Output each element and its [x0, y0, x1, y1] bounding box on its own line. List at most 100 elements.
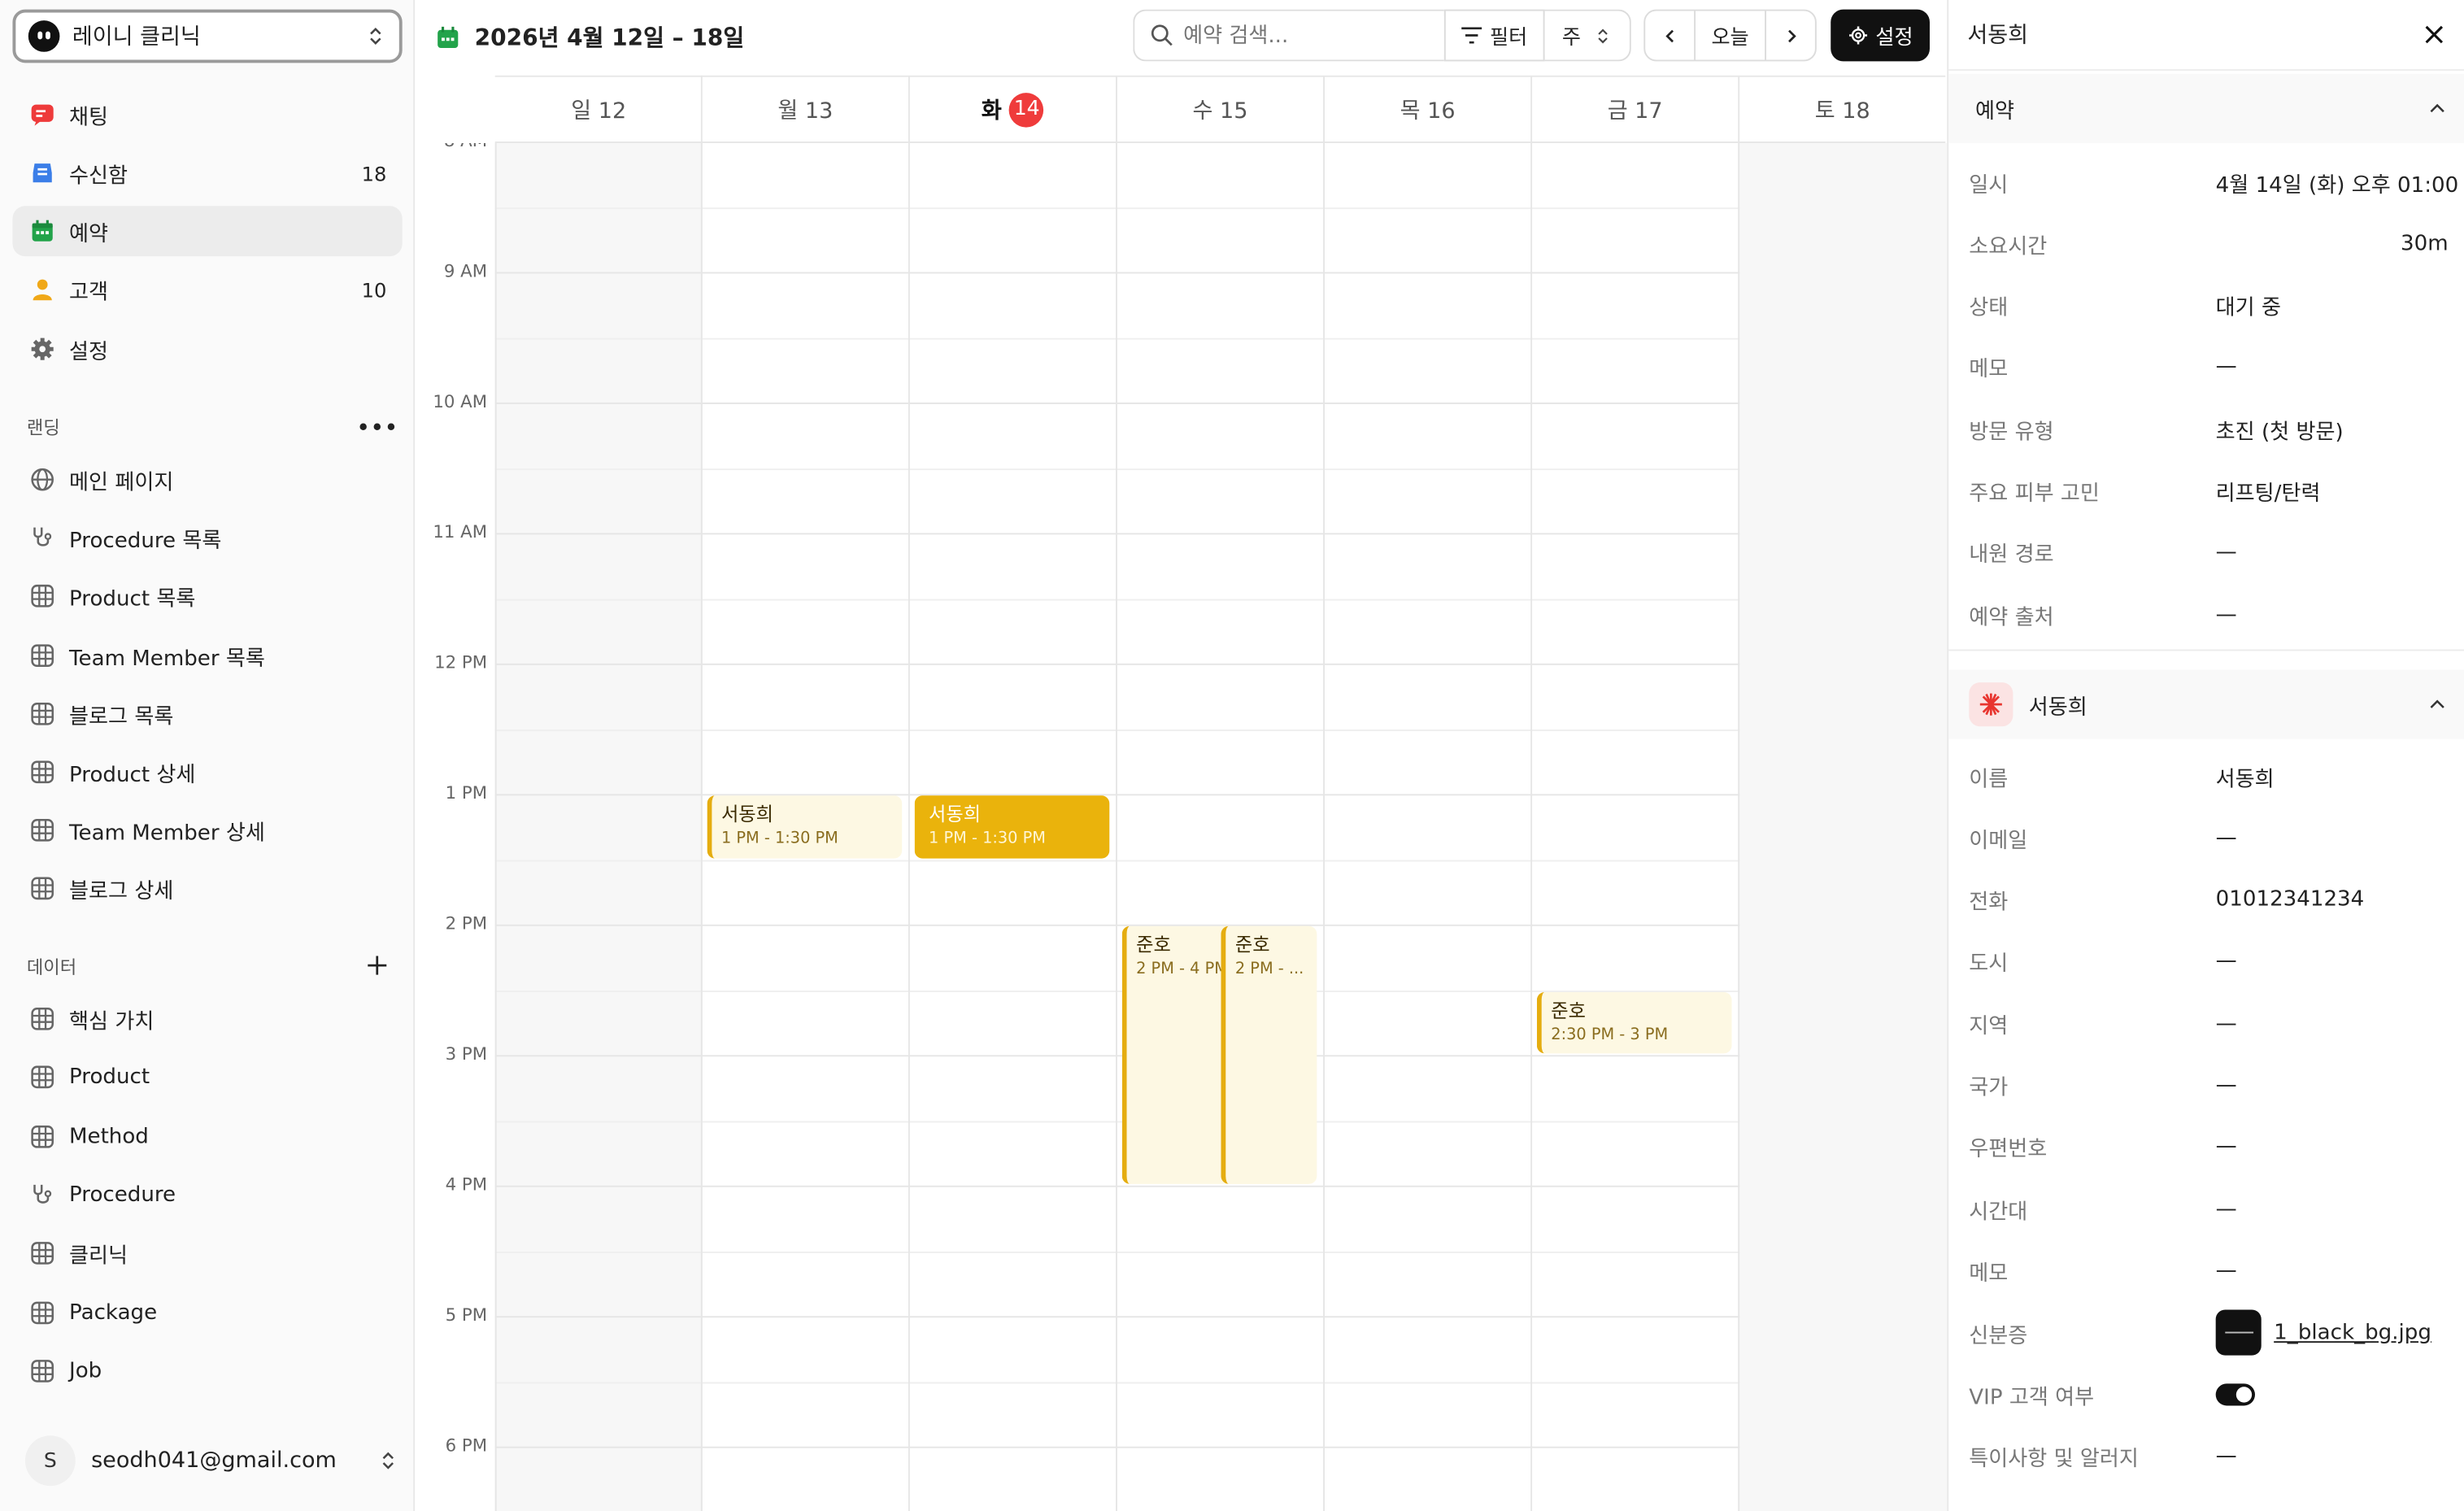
column-divider [908, 142, 910, 1511]
count-badge: 10 [361, 277, 387, 302]
file-link[interactable]: 1_black_bg.jpg [2274, 1320, 2431, 1345]
field-value[interactable]: — [2216, 1011, 2449, 1036]
sidebar-item-label: 핵심 가치 [69, 1009, 155, 1035]
detail-row: 도시 — [1969, 930, 2448, 991]
sidebar-item-data-4[interactable]: 클리닉 [12, 1228, 402, 1278]
column-divider [494, 142, 497, 1511]
appointment-event[interactable]: 서동희 1 PM - 1:30 PM [914, 795, 1110, 858]
sidebar-item-label: Job [69, 1358, 102, 1383]
field-value[interactable]: 초진 (첫 방문) [2216, 413, 2449, 445]
sidebar-item-landing-5[interactable]: Product 상세 [12, 747, 402, 797]
field-label: 도시 [1969, 951, 2009, 978]
day-header-5[interactable]: 금 17 [1530, 75, 1739, 143]
chat-icon [28, 102, 55, 128]
user-menu[interactable]: S seodh041@gmail.com [24, 1434, 399, 1487]
today-badge: 14 [1009, 92, 1044, 127]
day-header-6[interactable]: 토 18 [1738, 75, 1946, 143]
sidebar-item-data-1[interactable]: Product [12, 1052, 402, 1103]
time-label: 3 PM [445, 1043, 488, 1065]
close-icon[interactable] [2422, 22, 2447, 47]
more-options-icon[interactable]: ••• [356, 413, 398, 442]
field-value[interactable]: 대기 중 [2216, 290, 2449, 321]
column-divider [1323, 142, 1326, 1511]
sidebar-item-landing-2[interactable]: Product 목록 [12, 572, 402, 622]
workspace-switcher[interactable]: 레이니 클리닉 [12, 9, 403, 63]
field-label: 국가 [1969, 1075, 2009, 1101]
field-value[interactable]: — [2216, 825, 2449, 851]
appointment-event[interactable]: 서동희 1 PM - 1:30 PM [707, 795, 903, 858]
appointment-event[interactable]: 준호 2 PM - ... [1221, 925, 1316, 1184]
sidebar-item-booking[interactable]: 예약 [12, 206, 403, 257]
event-title: 준호 [1234, 934, 1270, 956]
field-value[interactable]: — [2216, 602, 2449, 627]
field-value[interactable]: — [2216, 1258, 2449, 1283]
chevron-up-icon [2430, 699, 2444, 708]
today-button[interactable]: 오늘 [1694, 11, 1767, 60]
field-value[interactable]: 01012341234 [2216, 887, 2449, 912]
filter-button[interactable]: 필터 [1443, 9, 1545, 62]
divider [1948, 649, 2464, 651]
table-icon [28, 1240, 55, 1267]
sidebar-item-data-3[interactable]: Procedure [12, 1169, 402, 1220]
appointment-event[interactable]: 준호 2:30 PM - 3 PM [1536, 991, 1732, 1054]
search-box[interactable] [1133, 9, 1444, 62]
sidebar-item-label: Product [69, 1065, 150, 1091]
sidebar-item-chat[interactable]: 채팅 [12, 89, 402, 140]
sidebar-item-data-5[interactable]: Package [12, 1287, 402, 1337]
field-label: 신분증 [1969, 1322, 2028, 1348]
day-header-4[interactable]: 목 16 [1323, 75, 1531, 143]
previous-week-button[interactable] [1645, 11, 1694, 60]
search-input[interactable] [1183, 23, 1419, 48]
customer-section-header[interactable]: 서동희 [1948, 669, 2464, 739]
detail-row: 소요시간 30m [1969, 213, 2448, 274]
calendar-settings-button[interactable]: 설정 [1831, 9, 1930, 62]
field-value[interactable]: — [2216, 355, 2449, 380]
next-week-button[interactable] [1766, 11, 1815, 60]
field-value[interactable]: 서동희 [2216, 760, 2449, 792]
add-icon[interactable] [361, 953, 393, 978]
table-icon [28, 700, 55, 727]
sidebar-item-settings[interactable]: 설정 [12, 324, 402, 374]
sidebar-item-landing-1[interactable]: Procedure 목록 [12, 513, 402, 564]
day-label: 월 13 [777, 98, 834, 124]
table-icon [28, 876, 55, 903]
sidebar-item-customers[interactable]: 고객 10 [12, 264, 402, 315]
vip-toggle[interactable] [2215, 1383, 2255, 1405]
sidebar-item-data-0[interactable]: 핵심 가치 [12, 994, 402, 1044]
sidebar-item-label: 채팅 [69, 105, 109, 131]
day-header-1[interactable]: 월 13 [700, 75, 908, 143]
field-value[interactable]: — [2216, 1134, 2449, 1160]
day-header-3[interactable]: 수 15 [1116, 75, 1324, 143]
field-value[interactable]: — [2216, 1196, 2449, 1221]
gear-icon [28, 336, 55, 363]
column-divider [1530, 142, 1533, 1511]
view-select[interactable]: 주 [1544, 9, 1631, 62]
chevron-updown-icon [1598, 28, 1608, 43]
field-value[interactable]: 30m [2216, 231, 2449, 256]
detail-row: 지역 — [1969, 992, 2448, 1053]
detail-row-id-card: 신분증 1_black_bg.jpg [1969, 1302, 2448, 1363]
sidebar-item-data-6[interactable]: Job [12, 1346, 402, 1396]
sidebar-item-label: 설정 [69, 339, 109, 365]
sidebar-item-landing-4[interactable]: 블로그 목록 [12, 688, 402, 738]
day-header-0[interactable]: 일 12 [494, 75, 703, 143]
detail-row: 일시 4월 14일 (화) 오후 01:00 [1969, 151, 2458, 212]
sidebar-item-landing-3[interactable]: Team Member 목록 [12, 630, 402, 681]
weekend-column [1738, 142, 1948, 1511]
time-label: 1 PM [445, 782, 488, 803]
file-attachment[interactable]: 1_black_bg.jpg [2215, 1309, 2449, 1356]
sidebar-item-landing-6[interactable]: Team Member 상세 [12, 805, 402, 856]
field-value[interactable]: — [2216, 1073, 2449, 1098]
sidebar-item-data-2[interactable]: Method [12, 1111, 402, 1161]
sidebar-item-landing-7[interactable]: 블로그 상세 [12, 864, 402, 914]
field-value[interactable]: 4월 14일 (화) 오후 01:00 [2216, 166, 2459, 198]
field-value[interactable]: 리프팅/탄력 [2216, 475, 2449, 507]
sidebar-item-inbox[interactable]: 수신함 18 [12, 148, 402, 198]
field-value[interactable]: — [2216, 949, 2449, 974]
sidebar-item-landing-0[interactable]: 메인 페이지 [12, 455, 402, 505]
day-header-2[interactable]: 화 14 [908, 75, 1117, 143]
booking-section-header[interactable]: 예약 [1948, 73, 2464, 143]
week-grid[interactable]: 8 AM 9 AM 10 AM 11 AM 12 PM 1 PM 2 PM 3 PM 4 PM 5… [416, 142, 1948, 1511]
field-value[interactable]: — [2216, 540, 2449, 565]
day-label: 목 16 [1400, 98, 1456, 124]
